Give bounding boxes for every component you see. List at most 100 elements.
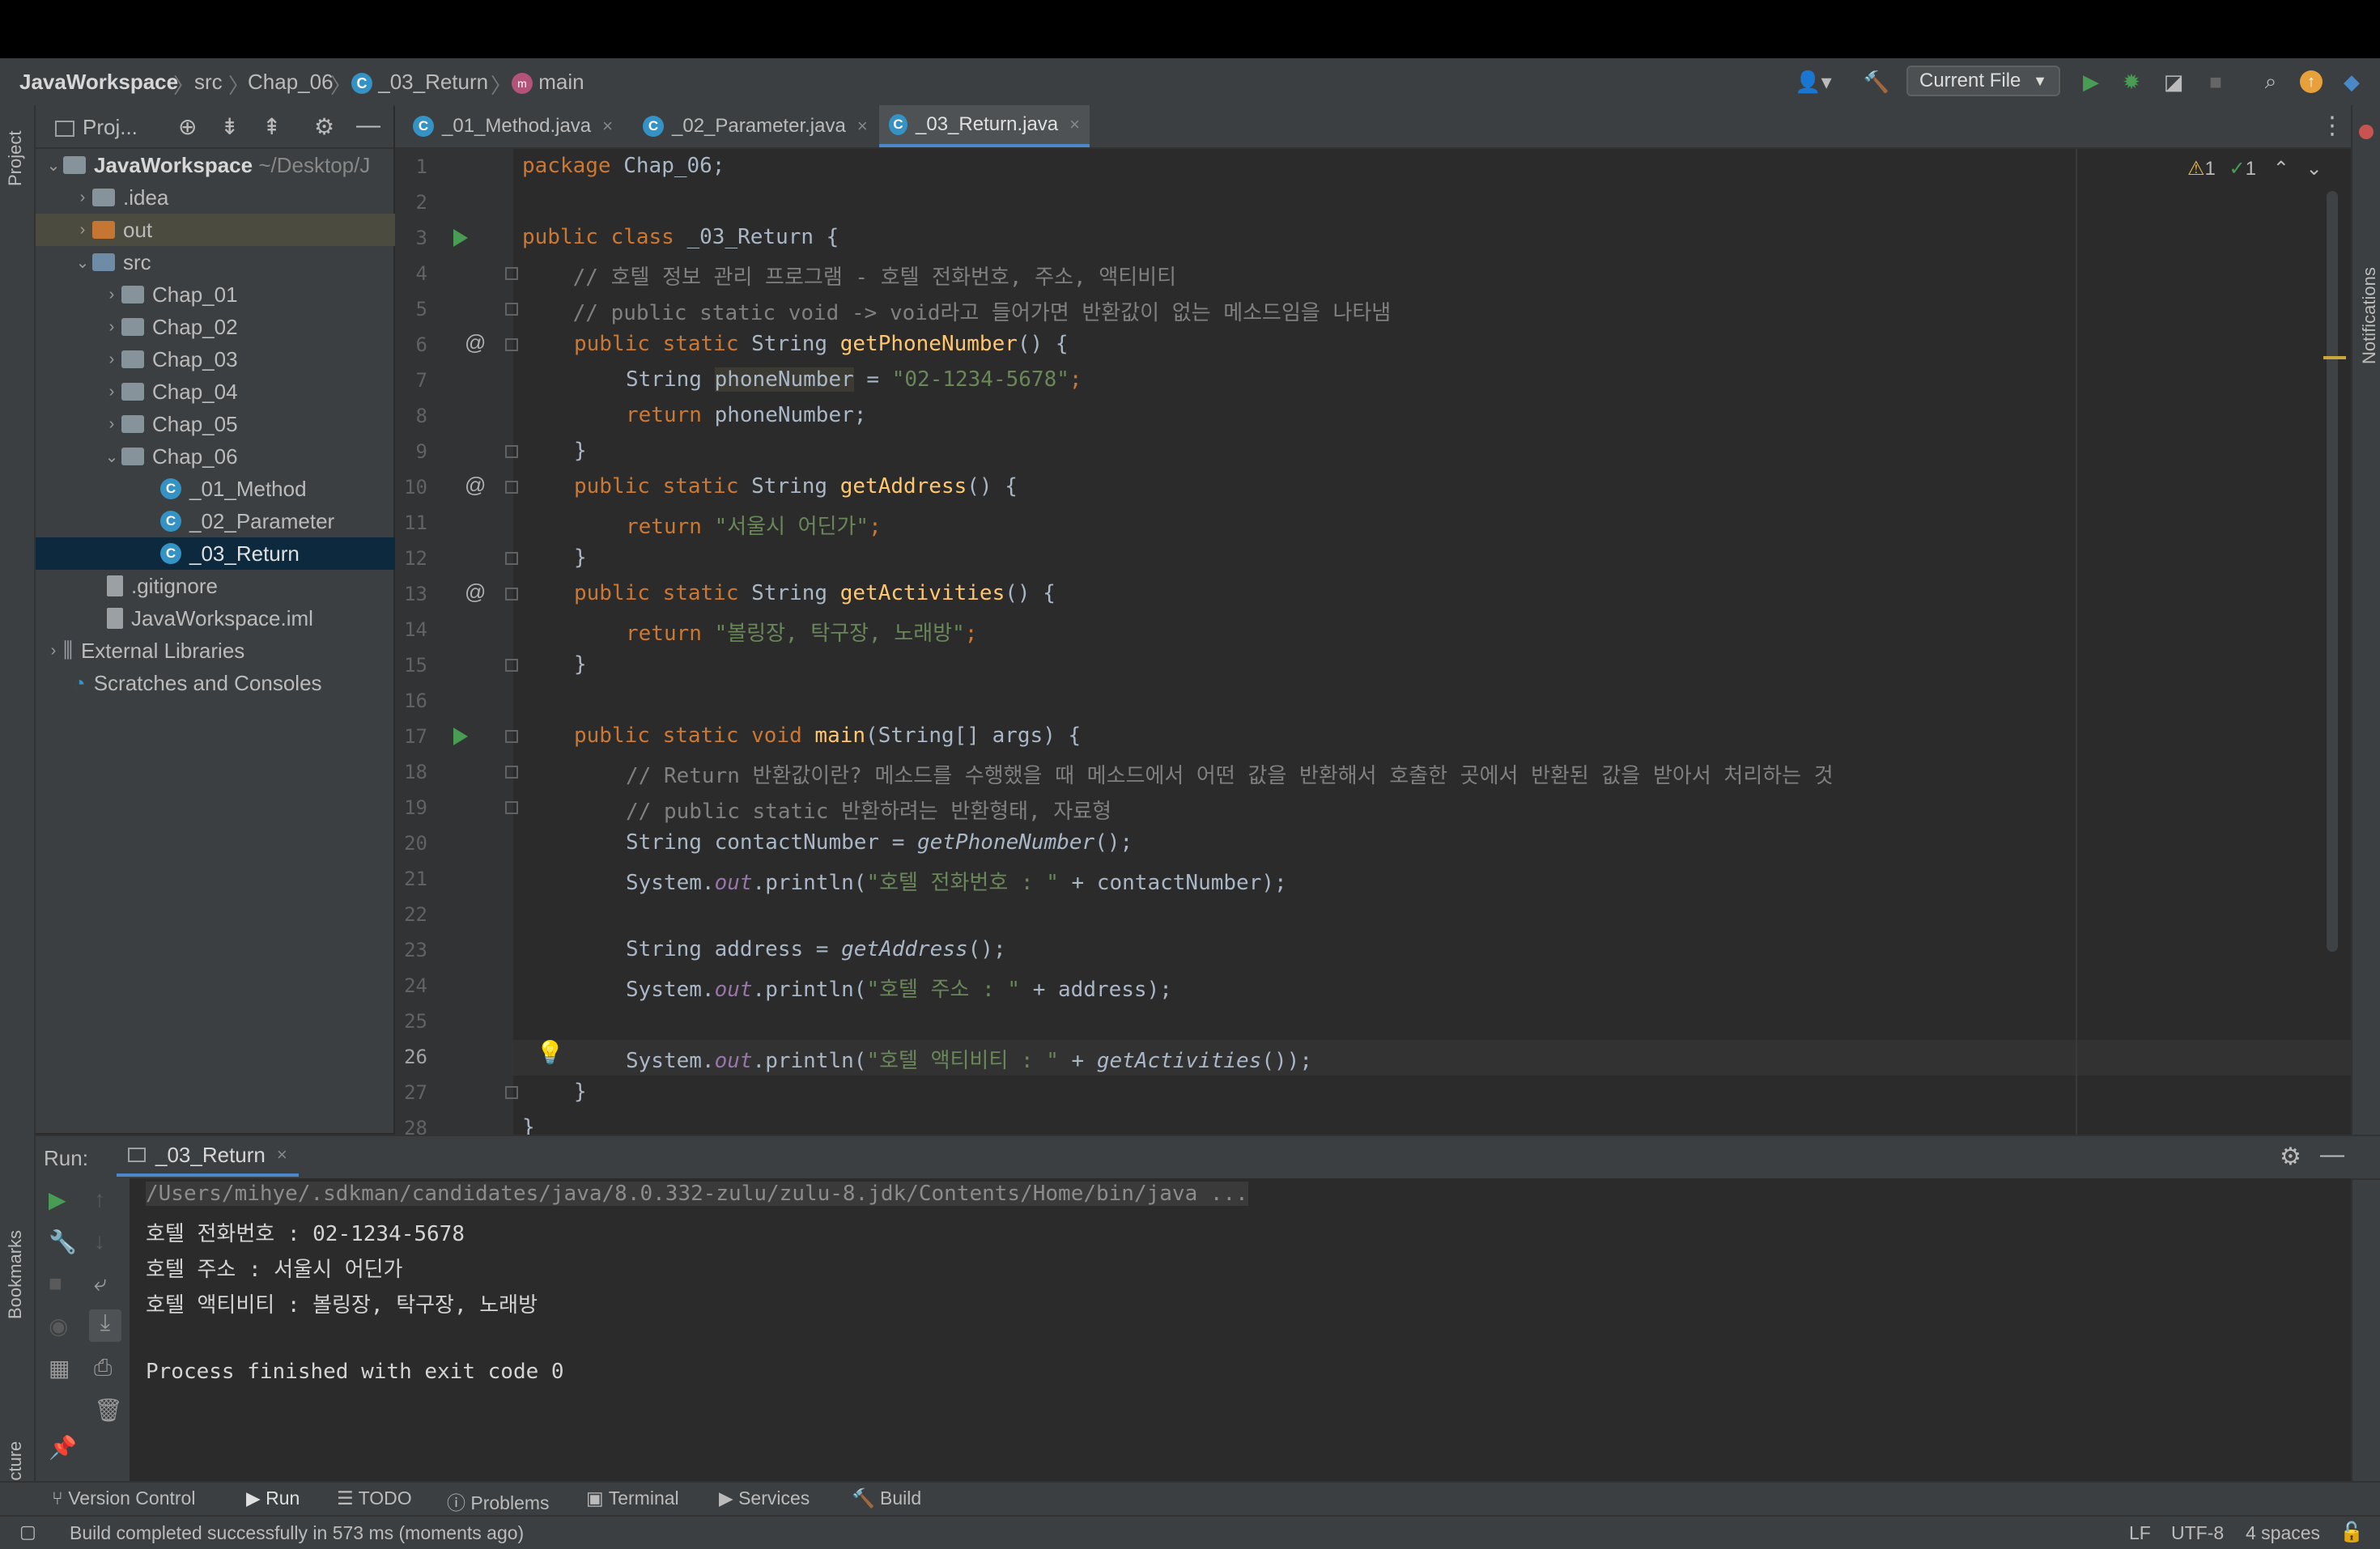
editor-scrollbar[interactable] (2327, 191, 2338, 952)
run-class-icon[interactable] (453, 229, 468, 247)
chevron-right-icon: › (108, 317, 115, 336)
run-panel-header: Run: _03_Return × ⚙ — (36, 1135, 2380, 1180)
bookmarks-tool-button[interactable]: Bookmarks (5, 1230, 26, 1319)
inspection-widget[interactable]: ⚠1 ✓1 ⌃ ⌄ (2187, 157, 2323, 180)
package-icon (121, 286, 144, 303)
scroll-to-end-icon[interactable]: ⤓ (89, 1309, 121, 1342)
run-configuration-select[interactable]: Current File ▼ (1906, 66, 2060, 96)
jetbrains-icon[interactable]: ◆ (2338, 66, 2365, 97)
indent-widget[interactable]: 4 spaces (2246, 1522, 2320, 1544)
encoding-widget[interactable]: UTF-8 (2171, 1522, 2224, 1544)
build-hammer-icon[interactable]: 🔨 (1860, 66, 1893, 97)
close-icon[interactable]: × (857, 116, 868, 137)
fold-icon[interactable] (505, 481, 518, 494)
annotation-icon: @ (465, 579, 487, 604)
coverage-icon[interactable]: ◪ (2160, 66, 2187, 97)
line-number: 9 (415, 440, 427, 463)
status-panel-icon[interactable]: ▢ (19, 1521, 36, 1543)
tree-item-idea[interactable]: › .idea (36, 181, 431, 214)
down-arrow-icon[interactable]: ↓ (94, 1229, 105, 1254)
project-view-label[interactable]: Proj... (55, 115, 138, 140)
breadcrumb-project[interactable]: JavaWorkspace (19, 70, 178, 95)
soft-wrap-icon[interactable]: ⤶ (94, 1271, 107, 1297)
run-main-icon[interactable] (453, 728, 468, 745)
tab-parameter[interactable]: C _02_Parameter.java × (633, 105, 879, 147)
fold-icon[interactable] (505, 588, 518, 601)
run-tool-button[interactable]: ▶ Run (246, 1487, 300, 1509)
problems-tool-button[interactable]: ⓘ Problems (447, 1487, 550, 1515)
breadcrumb-package[interactable]: Chap_06 (248, 70, 334, 95)
rerun-icon[interactable]: ▶ (49, 1186, 66, 1213)
close-icon[interactable]: × (1069, 114, 1080, 135)
code-line: public static void main(String[] args) { (574, 724, 1082, 748)
collapse-all-icon[interactable]: ⇞ (262, 113, 281, 140)
fold-icon[interactable] (505, 267, 518, 280)
run-icon[interactable]: ▶ (2077, 66, 2105, 97)
build-tool-button[interactable]: 🔨 Build (852, 1487, 921, 1509)
debug-icon[interactable]: ✹ (2118, 66, 2145, 97)
chevron-down-icon[interactable]: ⌄ (2306, 158, 2322, 180)
breadcrumb-class[interactable]: C _03_Return (351, 70, 488, 95)
pin-icon[interactable]: 📌 (49, 1434, 77, 1461)
locate-icon[interactable]: ⊕ (178, 113, 197, 140)
print-icon[interactable]: ⎙ (94, 1355, 112, 1381)
code-line: System.out.println("호텔 주소 : " + address)… (626, 978, 1172, 1002)
notifications-tool-button[interactable]: Notifications (2359, 267, 2380, 364)
fold-icon[interactable] (505, 1086, 518, 1099)
tab-return[interactable]: C _03_Return.java × (879, 105, 1090, 147)
right-margin-guide (2076, 149, 2077, 1135)
tree-item-src[interactable]: ⌄ src (36, 246, 431, 278)
close-icon[interactable]: × (602, 116, 613, 137)
gear-icon[interactable]: ⚙ (314, 113, 334, 140)
warning-marker[interactable] (2323, 356, 2346, 359)
fold-icon[interactable] (505, 730, 518, 743)
services-tool-button[interactable]: ▶ Services (719, 1487, 810, 1509)
tree-item-root[interactable]: ⌄ JavaWorkspace ~/Desktop/J (36, 149, 402, 181)
fold-icon[interactable] (505, 552, 518, 565)
fold-icon[interactable] (505, 801, 518, 814)
more-icon[interactable]: ⋮ (2320, 112, 2344, 140)
camera-icon[interactable]: ◉ (49, 1313, 68, 1339)
line-number: 17 (404, 725, 427, 748)
todo-tool-button[interactable]: ☰ TODO (337, 1487, 412, 1509)
status-message[interactable]: Build completed successfully in 573 ms (… (70, 1522, 524, 1544)
run-tab[interactable]: _03_Return × (117, 1136, 299, 1177)
close-icon[interactable]: × (277, 1144, 287, 1165)
tab-method[interactable]: C _01_Method.java × (403, 105, 633, 147)
chevron-up-icon[interactable]: ⌃ (2273, 158, 2289, 180)
layout-icon[interactable]: ▦ (49, 1355, 70, 1381)
notification-bell-icon[interactable] (2359, 125, 2374, 139)
version-control-tool-button[interactable]: ⑂ Version Control (52, 1487, 195, 1509)
stop-icon[interactable]: ■ (49, 1271, 62, 1296)
code-line: return "서울시 어딘가"; (626, 515, 882, 539)
minimize-icon[interactable]: — (356, 112, 380, 139)
code-line: } (574, 1080, 587, 1104)
breadcrumb-src[interactable]: src (194, 70, 223, 95)
lightbulb-icon[interactable]: 💡 (536, 1039, 564, 1066)
fold-icon[interactable] (505, 338, 518, 351)
class-icon: C (351, 73, 372, 95)
gear-icon[interactable]: ⚙ (2280, 1143, 2301, 1171)
trash-icon[interactable]: 🗑 (94, 1397, 123, 1424)
terminal-tool-button[interactable]: ▣ Terminal (586, 1487, 679, 1509)
update-icon[interactable]: ↑ (2297, 66, 2325, 97)
tree-item-external-libraries[interactable]: › ⫼ External Libraries (36, 634, 402, 667)
stop-icon[interactable]: ■ (2202, 66, 2229, 97)
wrench-icon[interactable]: 🔧 (49, 1229, 77, 1255)
tree-item-scratches[interactable]: ◔ Scratches and Consoles (36, 667, 431, 699)
tree-item-out[interactable]: › out (36, 214, 431, 246)
fold-icon[interactable] (505, 766, 518, 779)
project-tool-button[interactable]: Project (5, 131, 26, 186)
breadcrumb-method[interactable]: m main (512, 70, 584, 95)
up-arrow-icon[interactable]: ↑ (94, 1186, 105, 1212)
expand-all-icon[interactable]: ⇟ (220, 113, 239, 140)
line-number: 23 (404, 939, 427, 961)
search-icon[interactable]: ⌕ (2257, 66, 2284, 97)
lock-icon[interactable]: 🔓 (2340, 1521, 2364, 1544)
minimize-icon[interactable]: — (2320, 1141, 2344, 1169)
user-icon[interactable]: 👤▾ (1791, 66, 1836, 97)
line-separator-widget[interactable]: LF (2129, 1522, 2151, 1544)
fold-icon[interactable] (505, 659, 518, 672)
fold-icon[interactable] (505, 303, 518, 316)
fold-icon[interactable] (505, 445, 518, 458)
